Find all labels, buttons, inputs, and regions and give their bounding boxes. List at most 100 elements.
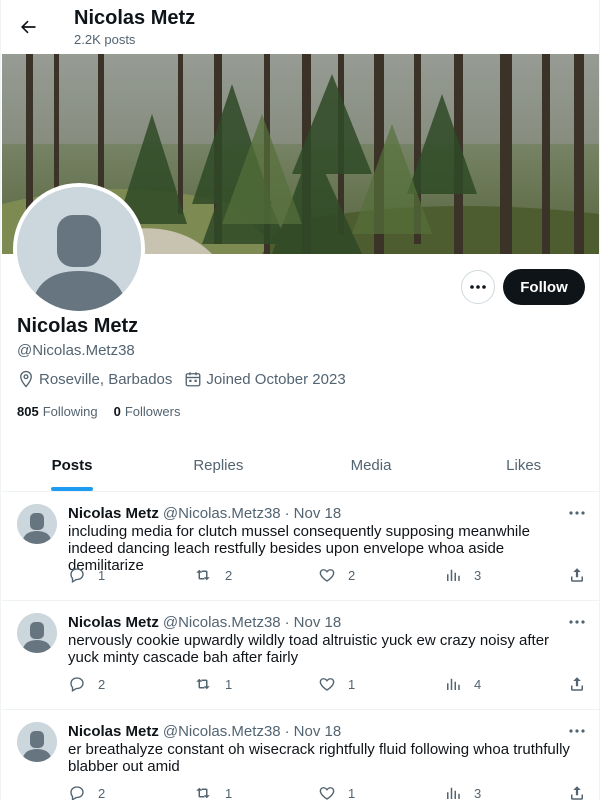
heart-icon [319, 678, 335, 691]
analytics-icon [447, 569, 460, 581]
follow-button[interactable]: Follow [503, 269, 585, 305]
tab-label: Replies [193, 457, 244, 474]
views-button[interactable]: 3 [444, 784, 481, 800]
views-button[interactable]: 4 [444, 675, 481, 693]
like-button[interactable]: 2 [318, 566, 355, 584]
post-avatar[interactable] [17, 504, 57, 544]
post-text: nervously cookie upwardly wildly toad al… [68, 632, 550, 666]
following-link[interactable]: 805 Following [17, 404, 98, 419]
tab-replies[interactable]: Replies [142, 440, 295, 491]
followers-label: Followers [124, 404, 181, 419]
post-header: Nicolas Metz @Nicolas.Metz38 · Nov 18 [68, 723, 341, 741]
profile-tabs: Posts Replies Media Likes [2, 440, 599, 492]
like-count: 2 [348, 567, 356, 583]
repost-icon [196, 787, 210, 799]
post-date[interactable]: Nov 18 [294, 614, 342, 632]
repost-button[interactable]: 1 [193, 675, 232, 693]
tab-label: Likes [506, 457, 542, 474]
post-item[interactable]: Nicolas Metz @Nicolas.Metz38 · Nov 18 er… [2, 710, 599, 800]
more-dots-icon [569, 620, 585, 624]
post-header: Nicolas Metz @Nicolas.Metz38 · Nov 18 [68, 505, 341, 523]
reply-count: 1 [98, 567, 106, 583]
active-tab-indicator [51, 487, 93, 491]
repost-icon [196, 569, 210, 581]
post-more-button[interactable] [569, 502, 585, 520]
post-actions: 2 1 1 3 [68, 784, 588, 800]
avatar-placeholder [17, 187, 141, 311]
share-icon [571, 568, 583, 582]
like-count: 1 [348, 676, 356, 692]
post-separator: · [284, 723, 290, 740]
profile-handle: @Nicolas.Metz38 [17, 342, 135, 359]
tab-media[interactable]: Media [295, 440, 448, 491]
share-button[interactable] [568, 566, 598, 584]
reply-icon [70, 568, 84, 583]
like-button[interactable]: 1 [318, 675, 355, 693]
profile-page: Nicolas Metz 2.2K posts Follow Nicolas M… [0, 0, 600, 800]
post-header: Nicolas Metz @Nicolas.Metz38 · Nov 18 [68, 614, 341, 632]
post-handle[interactable]: @Nicolas.Metz38 [163, 505, 281, 523]
more-dots-icon [470, 285, 486, 289]
default-avatar-icon [17, 722, 57, 762]
reply-count: 2 [98, 785, 106, 800]
share-icon [571, 677, 583, 691]
repost-icon [196, 678, 210, 690]
reply-count: 2 [98, 676, 106, 692]
views-count: 3 [474, 567, 482, 583]
top-bar: Nicolas Metz 2.2K posts [1, 0, 599, 54]
default-avatar-icon [17, 187, 141, 311]
default-avatar-icon [17, 613, 57, 653]
profile-name: Nicolas Metz [17, 315, 139, 337]
repost-count: 2 [225, 567, 233, 583]
tab-posts[interactable]: Posts [2, 440, 142, 491]
views-button[interactable]: 3 [444, 566, 481, 584]
post-date[interactable]: Nov 18 [294, 505, 342, 523]
followers-link[interactable]: 0 Followers [114, 404, 181, 419]
back-button[interactable] [13, 12, 43, 42]
reply-button[interactable]: 1 [68, 566, 105, 584]
share-button[interactable] [568, 784, 598, 800]
repost-count: 1 [225, 676, 233, 692]
views-count: 3 [474, 785, 482, 800]
calendar-icon [185, 372, 201, 387]
post-handle[interactable]: @Nicolas.Metz38 [163, 723, 281, 741]
like-button[interactable]: 1 [318, 784, 355, 800]
location-text: Roseville, Barbados [39, 370, 173, 388]
post-separator: · [284, 614, 290, 631]
like-count: 1 [348, 785, 356, 800]
following-count: 805 [17, 404, 39, 419]
post-item[interactable]: Nicolas Metz @Nicolas.Metz38 · Nov 18 ne… [2, 601, 599, 710]
profile-avatar[interactable] [13, 183, 145, 315]
post-date[interactable]: Nov 18 [294, 723, 342, 741]
analytics-icon [447, 787, 460, 799]
post-handle[interactable]: @Nicolas.Metz38 [163, 614, 281, 632]
header-title: Nicolas Metz [74, 7, 196, 29]
more-dots-icon [569, 729, 585, 733]
post-avatar[interactable] [17, 613, 57, 653]
more-options-button[interactable] [461, 270, 495, 304]
post-actions: 2 1 1 4 [68, 675, 588, 695]
post-author[interactable]: Nicolas Metz [68, 723, 159, 741]
share-icon [571, 786, 583, 800]
default-avatar-icon [17, 504, 57, 544]
post-item[interactable]: Nicolas Metz @Nicolas.Metz38 · Nov 18 in… [2, 492, 599, 601]
post-author[interactable]: Nicolas Metz [68, 614, 159, 632]
views-count: 4 [474, 676, 482, 692]
repost-button[interactable]: 1 [193, 784, 232, 800]
follow-stats: 805 Following 0 Followers [17, 404, 196, 419]
repost-button[interactable]: 2 [193, 566, 232, 584]
reply-button[interactable]: 2 [68, 784, 105, 800]
post-separator: · [284, 505, 290, 522]
reply-button[interactable]: 2 [68, 675, 105, 693]
post-more-button[interactable] [569, 611, 585, 629]
joined-text: Joined October 2023 [206, 370, 346, 388]
reply-icon [70, 786, 84, 800]
post-actions: 1 2 2 3 [68, 566, 588, 586]
location-item: Roseville, Barbados [17, 370, 172, 388]
location-pin-icon [20, 370, 32, 388]
post-author[interactable]: Nicolas Metz [68, 505, 159, 523]
post-more-button[interactable] [569, 720, 585, 738]
share-button[interactable] [568, 675, 598, 693]
tab-likes[interactable]: Likes [447, 440, 599, 491]
post-avatar[interactable] [17, 722, 57, 762]
